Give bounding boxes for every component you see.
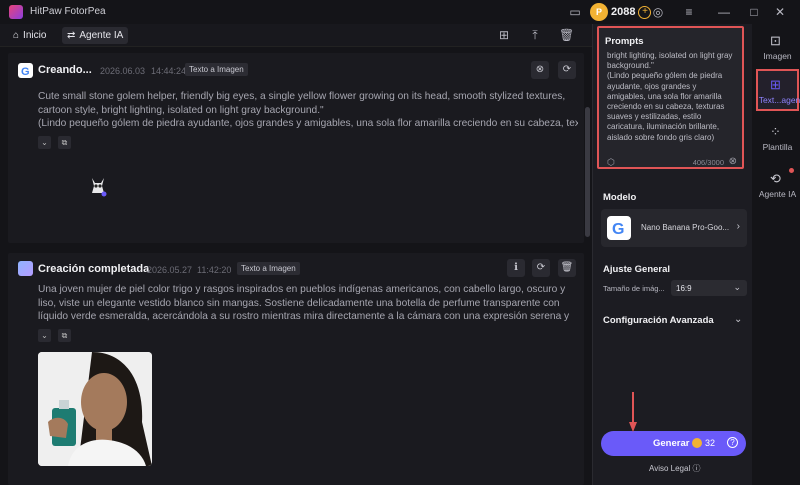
card-date: 2026.05.27 xyxy=(147,265,193,275)
home-label: Inicio xyxy=(23,30,47,41)
model-label: Modelo xyxy=(603,192,637,203)
card-date: 2026.06.03 xyxy=(100,66,146,76)
side-nav: ⊡ Imagen ⊞ Text...agen ⁘ Plantilla ⟲ Age… xyxy=(753,24,800,485)
history-feed: G Creando... 2026.06.03 14:44:24 Texto a… xyxy=(0,47,592,485)
template-icon: ⁘ xyxy=(770,124,781,139)
side-item-agent[interactable]: ⟲ Agente IA xyxy=(756,167,799,209)
prompt-counter: 406/3000 xyxy=(692,158,724,167)
nav-bar: ⌂ Inicio ⇄ Agente IA ⊞ ⤒ 🗑 xyxy=(0,24,592,47)
credits-badge[interactable]: P 2088 + xyxy=(590,3,652,21)
card-time: 14:44:24 xyxy=(151,66,187,76)
side-item-template[interactable]: ⁘ Plantilla xyxy=(756,120,799,162)
google-logo-icon: G xyxy=(18,63,33,78)
card-prompt-es: (Lindo pequeño gólem de piedra ayudante,… xyxy=(38,118,578,129)
maximize-icon[interactable]: □ xyxy=(747,5,761,19)
trash-icon[interactable]: 🗑 xyxy=(559,28,574,42)
side-item-image[interactable]: ⊡ Imagen xyxy=(756,29,799,71)
trash-icon[interactable]: 🗑 xyxy=(558,259,576,277)
copy-icon[interactable]: ⧉ xyxy=(58,136,71,149)
app-title: HitPaw FotorPea xyxy=(30,6,106,17)
agent-label: Agente IA xyxy=(79,30,124,41)
app-logo xyxy=(9,5,23,19)
card-tag: Texto a Imagen xyxy=(185,63,248,76)
prompt-box: Prompts bright lighting, isolated on lig… xyxy=(597,26,744,169)
expand-icon[interactable]: ⌄ xyxy=(38,136,51,149)
ajuste-label: Ajuste General xyxy=(603,264,671,275)
svg-text:G: G xyxy=(21,66,30,78)
card-title: Creación completada xyxy=(38,263,150,275)
coin-icon xyxy=(692,438,702,448)
minimize-icon[interactable]: — xyxy=(717,5,731,19)
prompt-textarea[interactable]: bright lighting, isolated on light gray … xyxy=(607,51,737,151)
settings-panel: Prompts bright lighting, isolated on lig… xyxy=(592,24,752,485)
legal-link[interactable]: Aviso Legal ⓘ xyxy=(649,463,700,474)
chevron-down-icon: ⌄ xyxy=(733,282,741,292)
card-prompt: Una joven mujer de piel color trigo y ra… xyxy=(38,284,570,322)
side-item-label: Text...agen xyxy=(758,95,800,105)
size-value: 16:9 xyxy=(676,284,692,293)
google-logo-icon: G xyxy=(607,216,631,240)
home-button[interactable]: ⌂ Inicio xyxy=(8,27,51,44)
history-card: Creación completada 2026.05.27 11:42:20 … xyxy=(8,253,584,485)
size-dropdown[interactable]: 16:9 ⌄ xyxy=(671,280,747,296)
size-label: Tamaño de imág... xyxy=(603,284,665,293)
annotation-arrow xyxy=(629,392,637,432)
side-item-label: Plantilla xyxy=(762,142,793,152)
chevron-right-icon: › xyxy=(736,221,740,232)
prompt-helper-icon[interactable]: ⬡ xyxy=(607,157,615,168)
creation-icon xyxy=(18,261,33,276)
book-icon[interactable]: ⊞ xyxy=(497,28,511,42)
generate-label: Generar xyxy=(653,438,690,449)
copy-icon[interactable]: ⧉ xyxy=(58,329,71,342)
side-item-label: Imagen xyxy=(763,51,792,61)
regenerate-icon[interactable]: ⟳ xyxy=(532,259,550,277)
card-tag: Texto a Imagen xyxy=(237,262,300,275)
side-item-label: Agente IA xyxy=(758,189,797,199)
card-prompt-en: Cute small stone golem helper, friendly … xyxy=(38,91,566,116)
clear-prompt-icon[interactable]: ⊗ xyxy=(729,156,737,167)
model-name: Nano Banana Pro-Goo... xyxy=(641,223,730,232)
user-icon[interactable]: ◎ xyxy=(651,5,665,19)
home-icon: ⌂ xyxy=(13,30,20,41)
menu-icon[interactable]: ≡ xyxy=(682,5,696,19)
add-credits-icon[interactable]: + xyxy=(638,5,652,19)
svg-text:G: G xyxy=(612,221,624,238)
side-item-text-to-image[interactable]: ⊞ Text...agen xyxy=(756,69,800,111)
model-selector[interactable]: G Nano Banana Pro-Goo... › xyxy=(601,209,747,247)
message-icon[interactable]: ▭ xyxy=(568,5,582,19)
loading-golem-image xyxy=(88,175,108,197)
history-card: G Creando... 2026.06.03 14:44:24 Texto a… xyxy=(8,53,584,243)
image-icon: ⊡ xyxy=(770,33,781,48)
info-icon[interactable]: ℹ xyxy=(507,259,525,277)
agent-icon: ⟲ xyxy=(770,171,781,186)
regenerate-icon[interactable]: ⟳ xyxy=(558,61,576,79)
generate-button[interactable]: Generar 32 ? xyxy=(601,431,746,456)
card-time: 11:42:20 xyxy=(197,265,232,275)
result-image[interactable] xyxy=(38,352,152,466)
notification-dot xyxy=(789,168,794,173)
cancel-icon[interactable]: ⊗ xyxy=(531,61,549,79)
upload-icon[interactable]: ⤒ xyxy=(528,28,542,42)
prompts-label: Prompts xyxy=(605,36,644,47)
swap-icon: ⇄ xyxy=(67,30,76,41)
card-title: Creando... xyxy=(38,64,92,76)
text-to-image-icon: ⊞ xyxy=(770,77,781,92)
agent-button[interactable]: ⇄ Agente IA xyxy=(62,27,129,44)
help-icon[interactable]: ? xyxy=(727,437,738,448)
close-icon[interactable]: ✕ xyxy=(773,5,787,19)
credits-count: 2088 xyxy=(611,6,636,18)
expand-icon[interactable]: ⌄ xyxy=(38,329,51,342)
coin-icon: P xyxy=(590,3,608,21)
advanced-settings-toggle[interactable]: Configuración Avanzada xyxy=(603,315,714,326)
title-bar: HitPaw FotorPea ▭ P 2088 + ◎ ≡ — □ ✕ xyxy=(0,0,800,24)
chevron-down-icon[interactable]: ⌄ xyxy=(734,314,742,325)
generate-cost: 32 xyxy=(705,438,716,448)
feed-scrollbar[interactable] xyxy=(585,107,590,237)
